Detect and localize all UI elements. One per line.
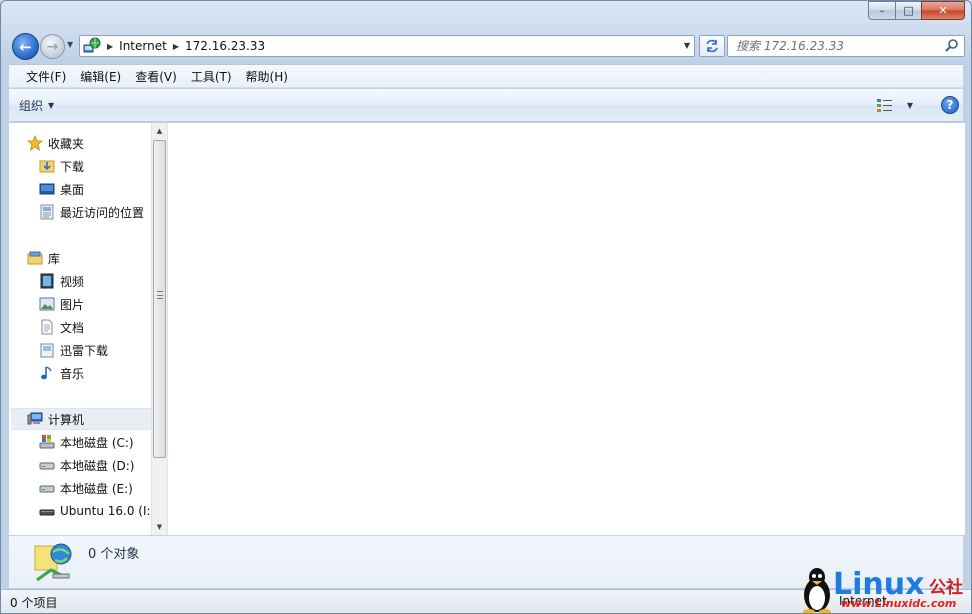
navigation-pane: 收藏夹 下载 桌面 最近访问的位置 库 视频 图片 文档 迅雷下载 音乐 计算机… <box>9 123 167 535</box>
close-button[interactable]: ✕ <box>921 1 965 20</box>
scroll-down-arrow-icon[interactable]: ▼ <box>152 519 167 535</box>
nav-item-label: 视频 <box>60 274 85 289</box>
nav-item-label: 桌面 <box>60 182 85 197</box>
breadcrumb-internet[interactable]: Internet <box>119 39 167 53</box>
nav-item-recent-places[interactable]: 最近访问的位置 <box>39 201 144 223</box>
nav-favorites[interactable]: 收藏夹 <box>27 132 84 154</box>
watermark-url: www.Linuxidc.com <box>841 597 957 610</box>
breadcrumb-host[interactable]: 172.16.23.33 <box>185 39 265 53</box>
system-drive-icon <box>39 435 55 449</box>
watermark-brand-cn: 公社 <box>929 578 963 598</box>
recent-pages-dropdown[interactable]: ▼ <box>67 40 77 52</box>
nav-computer[interactable]: 计算机 <box>11 408 151 430</box>
scrollbar-thumb[interactable] <box>153 140 166 458</box>
nav-computer-label: 计算机 <box>48 412 85 427</box>
command-bar: 组织 ▼ ▼ ? <box>9 89 963 122</box>
refresh-button[interactable] <box>699 35 725 57</box>
nav-libraries-label: 库 <box>48 251 61 266</box>
removable-drive-icon <box>39 509 55 516</box>
nav-item-drive-i[interactable]: Ubuntu 16.0 (I:) <box>39 500 151 522</box>
view-details-icon <box>876 99 892 112</box>
menu-view[interactable]: 查看(V) <box>128 66 184 87</box>
item-count: 0 个项目 <box>10 596 58 610</box>
music-note-icon <box>41 366 52 380</box>
video-icon <box>40 273 54 289</box>
organize-label: 组织 <box>19 99 44 113</box>
folder-icon <box>40 343 54 358</box>
change-view-button[interactable]: ▼ <box>876 97 913 113</box>
explorer-window: – □ ✕ ← → ▼ ▶ Internet ▶ 172.16.23.33 ▼ <box>0 0 972 614</box>
documents-icon <box>41 319 53 335</box>
watermark: Linux 公社 www.Linuxidc.com <box>797 563 971 613</box>
organize-button[interactable]: 组织 ▼ <box>19 97 54 114</box>
navigation-scrollbar[interactable]: ▲ ▼ <box>151 123 167 535</box>
network-location-icon <box>34 543 72 582</box>
menu-help[interactable]: 帮助(H) <box>239 66 295 87</box>
recent-places-icon <box>40 204 54 220</box>
computer-icon <box>27 412 43 425</box>
nav-item-pictures[interactable]: 图片 <box>39 293 84 315</box>
nav-libraries[interactable]: 库 <box>27 247 60 269</box>
nav-item-drive-c[interactable]: 本地磁盘 (C:) <box>39 431 134 453</box>
nav-item-desktop[interactable]: 桌面 <box>39 178 84 200</box>
star-icon <box>27 135 43 151</box>
nav-item-label: 最近访问的位置 <box>60 205 145 220</box>
tux-penguin-icon <box>803 568 831 613</box>
nav-item-label: 音乐 <box>60 366 85 381</box>
nav-item-label: 图片 <box>60 297 85 312</box>
scroll-up-arrow-icon[interactable]: ▲ <box>152 123 167 139</box>
caption-buttons: – □ ✕ <box>868 1 965 20</box>
nav-item-downloads[interactable]: 下载 <box>39 155 84 177</box>
help-button[interactable]: ? <box>941 96 959 114</box>
chevron-down-icon: ▼ <box>48 101 55 110</box>
nav-item-label: 本地磁盘 (E:) <box>60 481 133 496</box>
back-button[interactable]: ← <box>12 33 39 60</box>
nav-item-label: 下载 <box>60 159 85 174</box>
nav-favorites-label: 收藏夹 <box>48 136 85 151</box>
nav-item-videos[interactable]: 视频 <box>39 270 84 292</box>
search-icon[interactable] <box>944 38 960 54</box>
breadcrumb-separator[interactable]: ▶ <box>173 42 179 51</box>
navigation-tree: 收藏夹 下载 桌面 最近访问的位置 库 视频 图片 文档 迅雷下载 音乐 计算机… <box>9 123 151 535</box>
desktop-icon <box>39 183 55 195</box>
breadcrumb-separator[interactable]: ▶ <box>107 42 113 51</box>
downloads-folder-icon <box>39 160 55 173</box>
nav-item-label: 迅雷下载 <box>60 343 109 358</box>
nav-item-documents[interactable]: 文档 <box>39 316 84 338</box>
search-box[interactable] <box>727 35 965 57</box>
library-folder-icon <box>27 251 43 265</box>
refresh-icon <box>706 39 718 53</box>
nav-item-label: Ubuntu 16.0 (I:) <box>60 504 151 518</box>
nav-item-label: 文档 <box>60 320 85 335</box>
nav-item-drive-e[interactable]: 本地磁盘 (E:) <box>39 477 133 499</box>
navigation-bar: ← → ▼ ▶ Internet ▶ 172.16.23.33 ▼ <box>9 31 965 61</box>
nav-item-label: 本地磁盘 (C:) <box>60 435 134 450</box>
maximize-button[interactable]: □ <box>895 1 921 20</box>
address-bar[interactable]: ▶ Internet ▶ 172.16.23.33 ▼ <box>79 35 695 57</box>
hard-drive-icon <box>39 485 55 493</box>
hard-drive-icon <box>39 462 55 470</box>
nav-item-drive-d[interactable]: 本地磁盘 (D:) <box>39 454 134 476</box>
object-count: 0 个对象 <box>88 547 140 562</box>
menu-bar: 文件(F) 编辑(E) 查看(V) 工具(T) 帮助(H) <box>9 64 963 88</box>
address-history-dropdown[interactable]: ▼ <box>684 41 690 50</box>
nav-item-thunder-downloads[interactable]: 迅雷下载 <box>39 339 108 361</box>
search-input[interactable] <box>728 36 928 56</box>
forward-button[interactable]: → <box>40 34 65 59</box>
chevron-down-icon[interactable]: ▼ <box>907 101 913 110</box>
menu-tools[interactable]: 工具(T) <box>184 66 239 87</box>
minimize-button[interactable]: – <box>868 1 895 20</box>
menu-file[interactable]: 文件(F) <box>19 66 73 87</box>
scrollbar-grip-icon <box>157 291 163 299</box>
pictures-icon <box>39 297 55 311</box>
file-list-area[interactable] <box>167 123 965 535</box>
menu-edit[interactable]: 编辑(E) <box>73 66 128 87</box>
nav-item-label: 本地磁盘 (D:) <box>60 458 135 473</box>
network-globe-icon <box>83 37 101 53</box>
nav-item-music[interactable]: 音乐 <box>39 362 84 384</box>
